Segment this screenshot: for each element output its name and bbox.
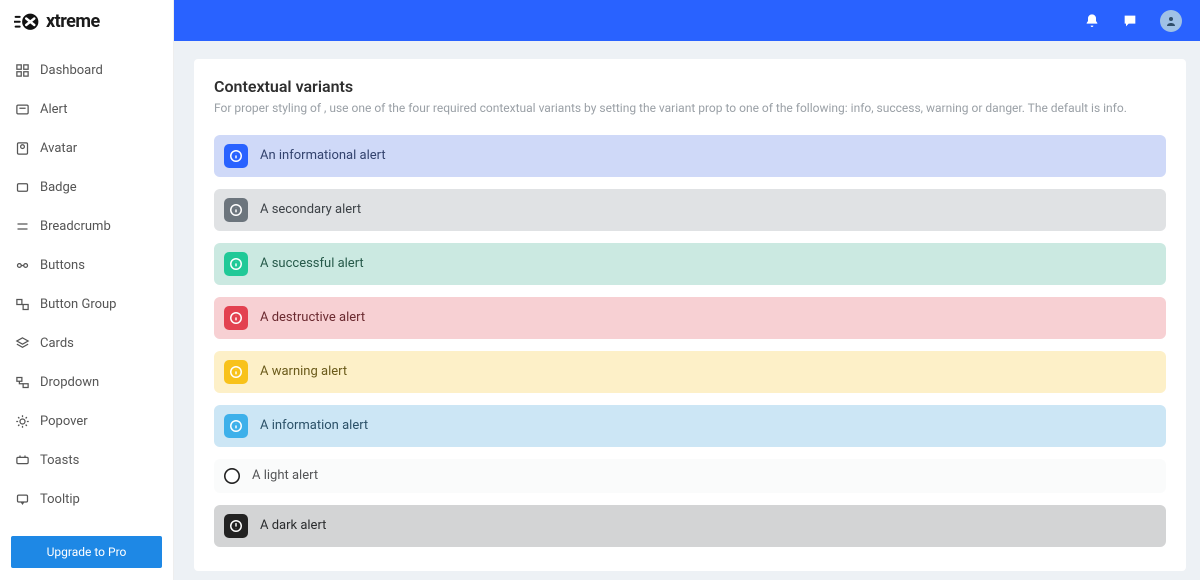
sidebar-item-label: Alert: [40, 102, 68, 117]
upgrade-button[interactable]: Upgrade to Pro: [11, 536, 162, 568]
contextual-variants-card: Contextual variants For proper styling o…: [194, 59, 1186, 571]
button-group-icon: [15, 297, 30, 312]
alert-dark: A dark alert: [214, 505, 1166, 547]
sidebar-item-buttons[interactable]: Buttons: [0, 246, 173, 285]
toasts-icon: [15, 453, 30, 468]
sidebar-item-label: Breadcrumb: [40, 219, 111, 234]
alert-icon: [15, 102, 30, 117]
info-circle-icon: [224, 306, 248, 330]
dropdown-icon: [15, 375, 30, 390]
brand-logo[interactable]: xtreme: [0, 0, 173, 41]
card-title: Contextual variants: [214, 77, 1166, 96]
breadcrumb-icon: [15, 219, 30, 234]
sidebar-item-label: Dashboard: [40, 63, 103, 78]
brand-name: xtreme: [46, 11, 100, 32]
logo-icon: [14, 12, 40, 32]
sidebar-item-label: Badge: [40, 180, 77, 195]
alert-primary: An informational alert: [214, 135, 1166, 177]
sidebar-item-label: Popover: [40, 414, 88, 429]
sidebar-item-label: Button Group: [40, 297, 116, 312]
alert-text: A dark alert: [260, 518, 326, 533]
alert-text: A warning alert: [260, 364, 347, 379]
sidebar-item-toasts[interactable]: Toasts: [0, 441, 173, 480]
topbar: [174, 0, 1200, 41]
card-subtitle: For proper styling of , use one of the f…: [214, 100, 1166, 117]
exclamation-circle-icon: [224, 514, 248, 538]
info-circle-icon: [224, 414, 248, 438]
sidebar-item-label: Avatar: [40, 141, 77, 156]
info-circle-icon: [224, 198, 248, 222]
sidebar-item-breadcrumb[interactable]: Breadcrumb: [0, 207, 173, 246]
alert-success: A successful alert: [214, 243, 1166, 285]
alert-text: A light alert: [252, 468, 318, 483]
alert-text: An informational alert: [260, 148, 386, 163]
sidebar-item-button-group[interactable]: Button Group: [0, 285, 173, 324]
dashboard-icon: [15, 63, 30, 78]
sidebar-item-dashboard[interactable]: Dashboard: [0, 51, 173, 90]
sidebar-item-dropdown[interactable]: Dropdown: [0, 363, 173, 402]
alert-warning: A warning alert: [214, 351, 1166, 393]
alert-secondary: A secondary alert: [214, 189, 1166, 231]
sidebar-item-label: Toasts: [40, 453, 79, 468]
exclamation-circle-icon: [224, 468, 240, 484]
avatar-icon: [15, 141, 30, 156]
sidebar-item-alert[interactable]: Alert: [0, 90, 173, 129]
info-circle-icon: [224, 360, 248, 384]
sidebar-item-cards[interactable]: Cards: [0, 324, 173, 363]
alert-light: A light alert: [214, 459, 1166, 493]
sidebar-item-label: Buttons: [40, 258, 85, 273]
info-circle-icon: [224, 252, 248, 276]
alert-text: A destructive alert: [260, 310, 365, 325]
alert-list: An informational alert A secondary alert…: [214, 135, 1166, 547]
alert-text: A successful alert: [260, 256, 364, 271]
messages-icon[interactable]: [1122, 13, 1138, 29]
sidebar-item-tooltip[interactable]: Tooltip: [0, 480, 173, 519]
sidebar-item-badge[interactable]: Badge: [0, 168, 173, 207]
sidebar-item-avatar[interactable]: Avatar: [0, 129, 173, 168]
badge-icon: [15, 180, 30, 195]
sidebar-item-label: Cards: [40, 336, 74, 351]
notifications-icon[interactable]: [1084, 13, 1100, 29]
alert-text: A information alert: [260, 418, 368, 433]
tooltip-icon: [15, 492, 30, 507]
upgrade-button-label: Upgrade to Pro: [47, 545, 127, 559]
alert-info: A information alert: [214, 405, 1166, 447]
alert-danger: A destructive alert: [214, 297, 1166, 339]
buttons-icon: [15, 258, 30, 273]
user-avatar[interactable]: [1160, 10, 1182, 32]
info-circle-icon: [224, 144, 248, 168]
cards-icon: [15, 336, 30, 351]
alert-text: A secondary alert: [260, 202, 361, 217]
sidebar-nav: Dashboard Alert Avatar Badge Breadcrumb …: [0, 41, 173, 528]
sidebar-item-popover[interactable]: Popover: [0, 402, 173, 441]
sidebar-item-label: Tooltip: [40, 492, 80, 507]
popover-icon: [15, 414, 30, 429]
sidebar: xtreme Dashboard Alert Avatar Badge Brea…: [0, 0, 174, 580]
content-area: Contextual variants For proper styling o…: [174, 41, 1200, 580]
sidebar-item-label: Dropdown: [40, 375, 99, 390]
